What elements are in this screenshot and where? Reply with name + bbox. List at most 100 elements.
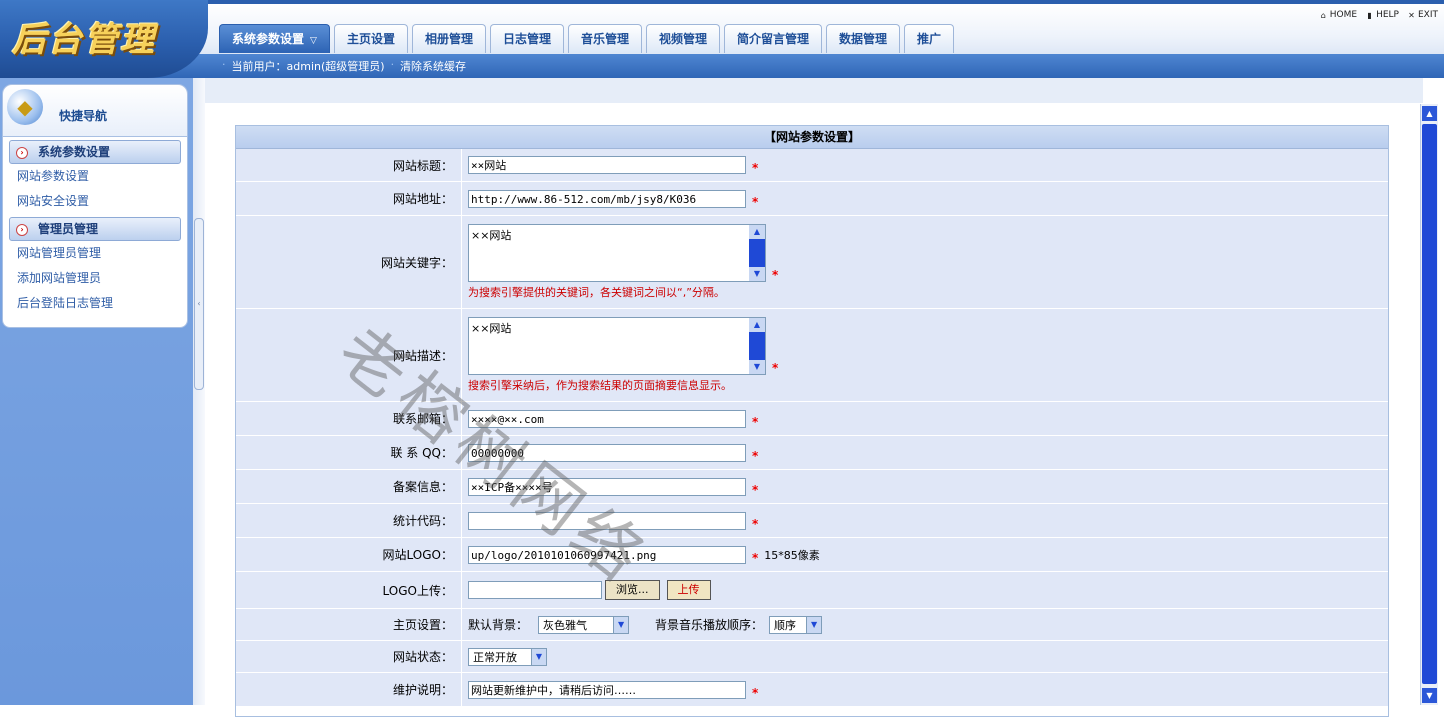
clear-cache-link[interactable]: 清除系统缓存: [400, 58, 466, 74]
site-status-select[interactable]: 正常开放 ▼: [468, 647, 547, 666]
header: 后台管理 系统参数设置 ▽ 主页设置 相册管理 日志管理 音乐管理 视频管理 简介…: [0, 0, 1444, 78]
chevron-down-icon: ▽: [310, 36, 317, 46]
required-mark: *: [752, 550, 759, 565]
tab-homepage-settings[interactable]: 主页设置: [333, 24, 408, 53]
sidebar: ◆ 快捷导航 › 系统参数设置 网站参数设置 网站安全设置 › 管理员管理 网站管理…: [0, 78, 193, 705]
home-link-label: HOME: [1329, 10, 1358, 20]
stats-code-label: 统计代码：: [236, 504, 462, 537]
icp-label: 备案信息：: [236, 470, 462, 503]
sidebar-splitter: ‹: [193, 78, 205, 705]
scrollbar-thumb[interactable]: [1422, 124, 1437, 684]
page-scrollbar[interactable]: ▲ ▼: [1420, 104, 1438, 705]
row-maintenance: 维护说明： 网站更新维护中，请稍后访问…… *: [236, 673, 1388, 707]
site-title-input[interactable]: ××网站: [468, 156, 746, 174]
help-link[interactable]: ▮ HELP: [1365, 10, 1399, 20]
help-icon: ▮: [1367, 10, 1372, 20]
upload-button[interactable]: 上传: [666, 580, 711, 600]
icp-input[interactable]: ××ICP备××××号: [468, 477, 746, 496]
row-site-url: 网站地址： http://www.86-512.com/mb/jsy8/K036…: [236, 182, 1388, 216]
bullet-icon: ·: [390, 58, 395, 71]
sidebar-item-admin-list[interactable]: 网站管理员管理: [3, 241, 187, 266]
scroll-down-icon[interactable]: ▼: [749, 360, 765, 374]
required-mark: *: [752, 448, 759, 463]
music-order-select[interactable]: 顺序 ▼: [769, 615, 823, 634]
textarea-scrollbar[interactable]: ▲ ▼: [749, 225, 765, 281]
row-site-status: 网站状态： 正常开放 ▼: [236, 641, 1388, 673]
main-content: 【网站参数设置】 网站标题： ××网站 * 网站地址： http://www.8…: [205, 78, 1423, 717]
tab-system-params[interactable]: 系统参数设置 ▽: [219, 24, 330, 53]
main-tabs: 系统参数设置 ▽ 主页设置 相册管理 日志管理 音乐管理 视频管理 简介留言管理 …: [219, 24, 955, 54]
logo-size-note: 15*85像素: [764, 548, 820, 562]
home-settings-label: 主页设置：: [236, 609, 462, 640]
collapse-sidebar-handle[interactable]: ‹: [194, 218, 204, 390]
arrow-right-icon: ›: [16, 146, 28, 159]
scroll-down-icon[interactable]: ▼: [1422, 688, 1437, 703]
menu-group-system-params[interactable]: › 系统参数设置: [9, 140, 181, 164]
exit-link[interactable]: ✕ EXIT: [1407, 10, 1438, 20]
scroll-up-icon[interactable]: ▲: [749, 318, 765, 332]
menu-group-label: 系统参数设置: [38, 145, 111, 159]
sidebar-item-add-admin[interactable]: 添加网站管理员: [3, 266, 187, 291]
scroll-down-icon[interactable]: ▼: [749, 267, 765, 281]
maintenance-input[interactable]: 网站更新维护中，请稍后访问……: [468, 680, 746, 699]
row-logo: 网站LOGO： up/logo/2010101060997421.png * 1…: [236, 538, 1388, 572]
qq-label: 联 系 QQ：: [236, 436, 462, 469]
bg-select[interactable]: 灰色雅气 ▼: [538, 615, 630, 634]
tab-music[interactable]: 音乐管理: [567, 24, 642, 53]
sub-bar: · 当前用户：admin(超级管理员) · 清除系统缓存: [0, 54, 1444, 78]
bg-label: 默认背景：: [468, 618, 529, 632]
required-mark: *: [772, 361, 779, 375]
menu-group-label: 管理员管理: [38, 222, 99, 236]
home-icon: ⌂: [1320, 10, 1326, 20]
row-icp: 备案信息： ××ICP备××××号 *: [236, 470, 1388, 504]
sidebar-item-login-log[interactable]: 后台登陆日志管理: [3, 291, 187, 316]
keywords-text: ××网站: [471, 229, 512, 242]
bg-select-value: 灰色雅气: [543, 618, 588, 632]
keywords-hint: 为搜索引擎提供的关键词，各关键词之间以“,”分隔。: [468, 286, 725, 299]
bullet-icon: ·: [222, 58, 226, 71]
logo-path-input[interactable]: up/logo/2010101060997421.png: [468, 545, 746, 564]
description-label: 网站描述：: [236, 309, 462, 401]
qq-input[interactable]: 00000000: [468, 443, 746, 462]
site-status-value: 正常开放: [473, 650, 517, 664]
sidebar-item-site-security[interactable]: 网站安全设置: [3, 189, 187, 214]
tab-promotion[interactable]: 推广: [904, 24, 955, 53]
logo-file-input[interactable]: [468, 581, 602, 599]
tab-blog-log[interactable]: 日志管理: [489, 24, 564, 53]
row-email: 联系邮箱： ××××@××.com *: [236, 402, 1388, 436]
menu-group-admin[interactable]: › 管理员管理: [9, 217, 181, 241]
sidebar-menu: › 系统参数设置 网站参数设置 网站安全设置 › 管理员管理 网站管理员管理 添加网…: [2, 136, 188, 328]
scroll-up-icon[interactable]: ▲: [1422, 106, 1437, 121]
site-url-input[interactable]: http://www.86-512.com/mb/jsy8/K036: [468, 189, 746, 208]
required-mark: *: [752, 194, 759, 209]
row-description: 网站描述： ××网站 ▲ ▼ * 搜索引擎采纳后，作为搜索结果的页面摘要信息显示。: [236, 309, 1388, 402]
arrow-right-icon: ›: [16, 223, 28, 236]
stats-code-input[interactable]: [468, 511, 746, 530]
close-icon: ✕: [1408, 10, 1415, 20]
app-logo: 后台管理: [12, 20, 156, 60]
required-mark: *: [772, 268, 779, 282]
email-label: 联系邮箱：: [236, 402, 462, 435]
exit-link-label: EXIT: [1417, 10, 1438, 20]
home-link[interactable]: ⌂ HOME: [1319, 10, 1357, 20]
tab-video[interactable]: 视频管理: [646, 24, 721, 53]
required-mark: *: [752, 516, 759, 531]
textarea-scrollbar[interactable]: ▲ ▼: [749, 318, 765, 374]
tab-intro-guestbook[interactable]: 简介留言管理: [724, 24, 823, 53]
browse-button[interactable]: 浏览...: [605, 580, 660, 600]
chevron-down-icon: ▼: [613, 616, 629, 633]
row-home-settings: 主页设置： 默认背景： 灰色雅气 ▼ 背景音乐播放顺序： 顺序 ▼: [236, 609, 1388, 641]
row-stats-code: 统计代码： *: [236, 504, 1388, 538]
description-textarea[interactable]: ××网站 ▲ ▼: [468, 317, 766, 375]
row-qq: 联 系 QQ： 00000000 *: [236, 436, 1388, 470]
sidebar-item-site-params[interactable]: 网站参数设置: [3, 164, 187, 189]
keywords-textarea[interactable]: ××网站 ▲ ▼: [468, 224, 766, 282]
email-input[interactable]: ××××@××.com: [468, 409, 746, 428]
settings-form: 【网站参数设置】 网站标题： ××网站 * 网站地址： http://www.8…: [235, 125, 1389, 717]
main-top-strip: [205, 78, 1423, 103]
scroll-up-icon[interactable]: ▲: [749, 225, 765, 239]
form-title: 【网站参数设置】: [236, 126, 1388, 149]
tab-data[interactable]: 数据管理: [826, 24, 901, 53]
logo-label: 网站LOGO：: [236, 538, 462, 571]
tab-album[interactable]: 相册管理: [411, 24, 486, 53]
